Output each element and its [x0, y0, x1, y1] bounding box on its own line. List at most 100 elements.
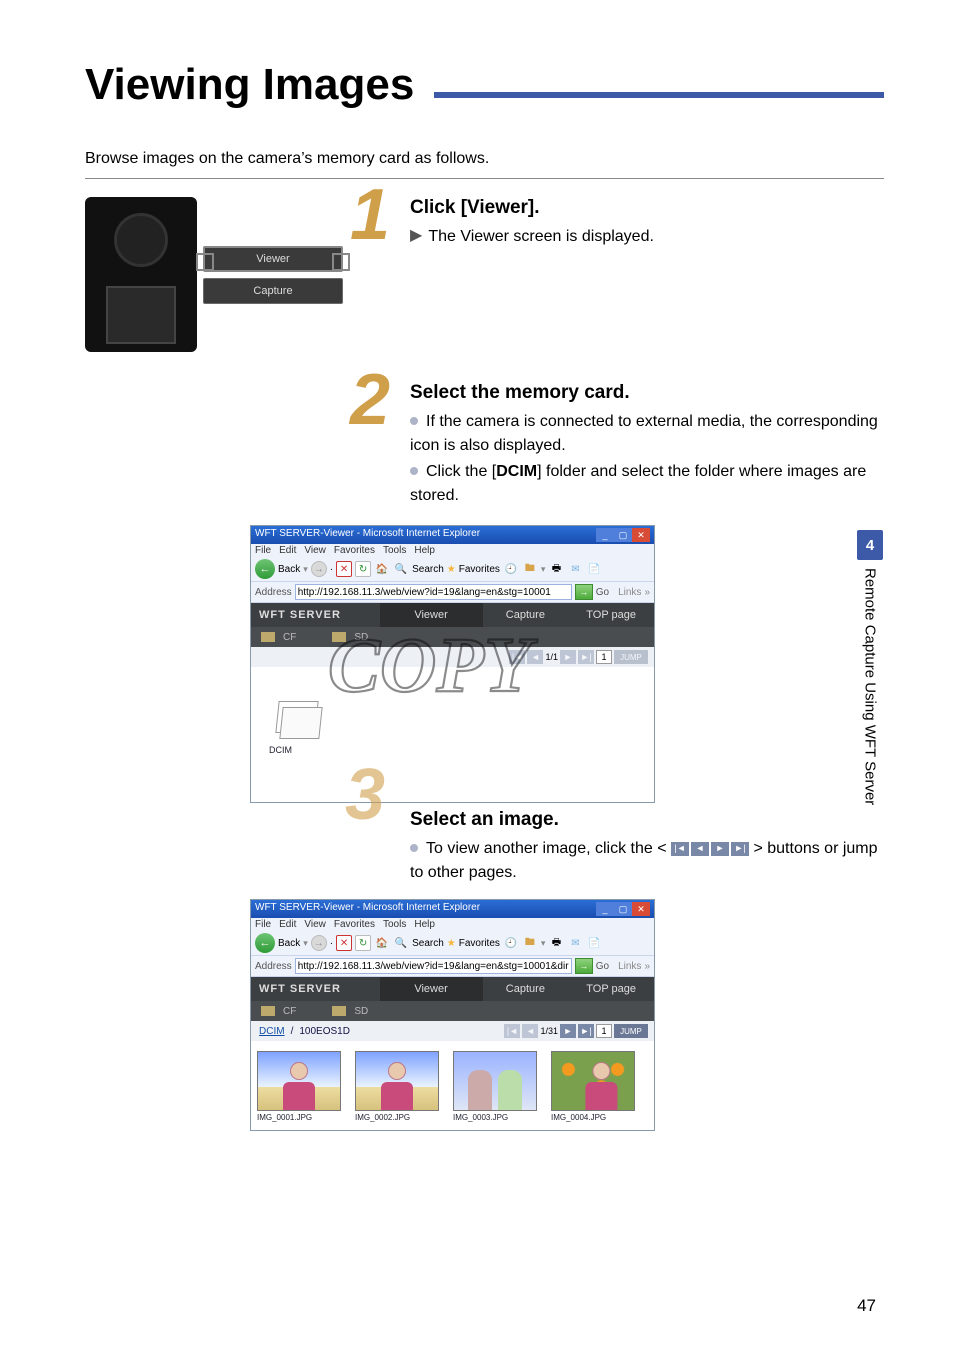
tab-capture[interactable]: Capture: [483, 603, 569, 627]
menu-capture-button[interactable]: Capture: [203, 278, 343, 304]
back-label[interactable]: Back: [278, 938, 300, 949]
page-next-icon[interactable]: ►: [560, 1024, 576, 1038]
step-3: 3 Select an image. To view another image…: [85, 809, 884, 887]
breadcrumb-folder: 100EOS1D: [299, 1026, 350, 1037]
favorites-label[interactable]: Favorites: [459, 564, 500, 575]
tab-top-page[interactable]: TOP page: [568, 603, 654, 627]
search-label[interactable]: Search: [412, 564, 444, 575]
cf-card-label[interactable]: CF: [283, 632, 296, 643]
folders-icon[interactable]: 🖿: [522, 561, 538, 577]
print-icon[interactable]: 🖶: [548, 935, 564, 951]
camera-and-menu-graphic: Viewer Capture: [85, 197, 350, 352]
menubar: File Edit View Favorites Tools Help: [251, 918, 654, 931]
tab-capture[interactable]: Capture: [483, 977, 569, 1001]
tab-viewer[interactable]: Viewer: [380, 977, 483, 1001]
back-icon[interactable]: ←: [255, 559, 275, 579]
forward-icon[interactable]: →: [311, 935, 327, 951]
home-icon[interactable]: 🏠: [374, 935, 390, 951]
menu-view[interactable]: View: [304, 919, 326, 930]
window-maximize-icon[interactable]: ▢: [614, 902, 632, 916]
page-number: 47: [857, 1296, 876, 1316]
stop-icon[interactable]: ✕: [336, 561, 352, 577]
tab-top-page[interactable]: TOP page: [568, 977, 654, 1001]
back-icon[interactable]: ←: [255, 933, 275, 953]
edit-icon[interactable]: 📄: [586, 561, 602, 577]
menu-help[interactable]: Help: [414, 919, 435, 930]
folders-icon[interactable]: 🖿: [522, 935, 538, 951]
window-close-icon[interactable]: ✕: [632, 902, 650, 916]
round-bullet-icon: [410, 844, 418, 852]
thumbnail-item[interactable]: IMG_0004.JPG: [551, 1051, 635, 1122]
cf-card-label[interactable]: CF: [283, 1006, 296, 1017]
favorites-icon[interactable]: ★: [447, 564, 456, 575]
folder-icon[interactable]: [271, 699, 321, 739]
go-button[interactable]: →: [575, 584, 593, 600]
step3-line1: To view another image, click the < |◄ ◄ …: [410, 837, 884, 885]
intro-text: Browse images on the camera’s memory car…: [85, 150, 884, 168]
favorites-icon[interactable]: ★: [447, 938, 456, 949]
menu-tools[interactable]: Tools: [383, 545, 406, 556]
refresh-icon[interactable]: ↻: [355, 935, 371, 951]
forward-icon[interactable]: →: [311, 561, 327, 577]
page-first-icon[interactable]: |◄: [509, 650, 525, 664]
breadcrumb-dcim-link[interactable]: DCIM: [259, 1026, 285, 1037]
page-next-icon[interactable]: ►: [560, 650, 576, 664]
menu-view[interactable]: View: [304, 545, 326, 556]
back-label[interactable]: Back: [278, 564, 300, 575]
window-maximize-icon[interactable]: ▢: [614, 528, 632, 542]
step-number-1: 1: [350, 187, 390, 245]
sd-card-label[interactable]: SD: [354, 1006, 368, 1017]
sd-card-label[interactable]: SD: [354, 632, 368, 643]
window-minimize-icon[interactable]: _: [596, 528, 614, 542]
search-icon[interactable]: 🔍: [393, 935, 409, 951]
home-icon[interactable]: 🏠: [374, 561, 390, 577]
links-label[interactable]: Links: [618, 587, 641, 598]
history-icon[interactable]: 🕘: [503, 561, 519, 577]
menu-tools[interactable]: Tools: [383, 919, 406, 930]
page-input[interactable]: [596, 650, 612, 664]
app-header: WFT SERVER Viewer Capture TOP page: [251, 603, 654, 627]
menu-favorites[interactable]: Favorites: [334, 545, 375, 556]
thumbnail-item[interactable]: IMG_0003.JPG: [453, 1051, 537, 1122]
menu-favorites[interactable]: Favorites: [334, 919, 375, 930]
jump-button[interactable]: JUMP: [614, 1024, 648, 1038]
page-last-icon[interactable]: ►|: [578, 650, 594, 664]
print-icon[interactable]: 🖶: [548, 561, 564, 577]
tab-viewer[interactable]: Viewer: [380, 603, 483, 627]
window-close-icon[interactable]: ✕: [632, 528, 650, 542]
edit-icon[interactable]: 📄: [586, 935, 602, 951]
folder-dcim-label[interactable]: DCIM: [269, 745, 644, 755]
url-input[interactable]: [295, 958, 572, 974]
title-rule: [434, 92, 884, 98]
history-icon[interactable]: 🕘: [503, 935, 519, 951]
search-icon[interactable]: 🔍: [393, 561, 409, 577]
page-last-icon[interactable]: ►|: [578, 1024, 594, 1038]
page-prev-icon[interactable]: ◄: [527, 650, 543, 664]
menu-file[interactable]: File: [255, 545, 271, 556]
menu-file[interactable]: File: [255, 919, 271, 930]
favorites-label[interactable]: Favorites: [459, 938, 500, 949]
page-input[interactable]: [596, 1024, 612, 1038]
mail-icon[interactable]: ✉: [567, 935, 583, 951]
menu-viewer-button[interactable]: Viewer: [203, 246, 343, 272]
window-minimize-icon[interactable]: _: [596, 902, 614, 916]
mail-icon[interactable]: ✉: [567, 561, 583, 577]
menu-edit[interactable]: Edit: [279, 919, 296, 930]
go-button[interactable]: →: [575, 958, 593, 974]
address-label: Address: [255, 961, 292, 972]
page-prev-icon[interactable]: ◄: [522, 1024, 538, 1038]
page-first-icon[interactable]: |◄: [504, 1024, 520, 1038]
thumbnail-item[interactable]: IMG_0001.JPG: [257, 1051, 341, 1122]
links-label[interactable]: Links: [618, 961, 641, 972]
chapter-number: 4: [857, 530, 883, 560]
step1-line1: ▶The Viewer screen is displayed.: [410, 225, 884, 249]
page-indicator: 1/1: [545, 652, 558, 662]
jump-button[interactable]: JUMP: [614, 650, 648, 664]
search-label[interactable]: Search: [412, 938, 444, 949]
menu-help[interactable]: Help: [414, 545, 435, 556]
stop-icon[interactable]: ✕: [336, 935, 352, 951]
thumbnail-item[interactable]: IMG_0002.JPG: [355, 1051, 439, 1122]
url-input[interactable]: [295, 584, 572, 600]
menu-edit[interactable]: Edit: [279, 545, 296, 556]
refresh-icon[interactable]: ↻: [355, 561, 371, 577]
